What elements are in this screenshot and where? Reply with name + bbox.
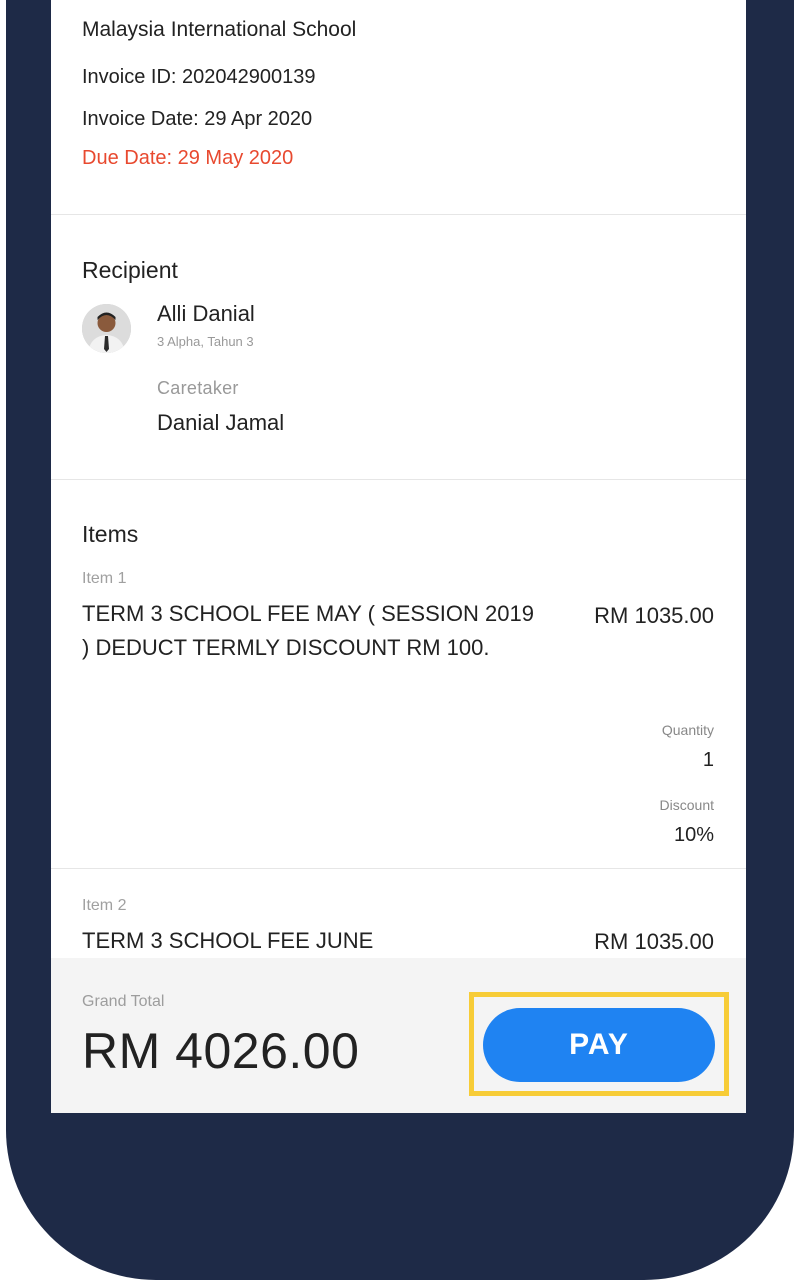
item-price: RM 1035.00 [594, 603, 714, 628]
caretaker-name: Danial Jamal [157, 410, 285, 435]
pay-button[interactable]: PAY [483, 1008, 715, 1082]
avatar [82, 304, 131, 353]
avatar-photo-icon [82, 304, 131, 353]
invoice-date: Invoice Date: 29 Apr 2020 [82, 108, 313, 130]
quantity-value: 1 [702, 749, 714, 771]
school-name: Malaysia International School [82, 18, 357, 41]
student-name: Alli Danial [157, 301, 255, 326]
divider [51, 214, 746, 215]
divider [51, 868, 746, 869]
invoice-screen: Malaysia International School Invoice ID… [51, 0, 746, 1113]
discount-label: Discount [659, 797, 714, 813]
item-description: TERM 3 SCHOOL FEE JUNE [82, 928, 374, 953]
divider [51, 479, 746, 480]
caretaker-label: Caretaker [157, 378, 239, 398]
invoice-id: Invoice ID: 202042900139 [82, 66, 316, 88]
quantity-label: Quantity [661, 722, 714, 738]
item-label: Item 1 [82, 570, 127, 587]
due-date: Due Date: 29 May 2020 [82, 147, 294, 169]
student-class: 3 Alpha, Tahun 3 [157, 334, 254, 349]
grand-total-label: Grand Total [82, 993, 165, 1010]
items-title: Items [82, 521, 139, 547]
item-description: TERM 3 SCHOOL FEE MAY ( SESSION 2019 ) D… [82, 601, 534, 660]
item-label: Item 2 [82, 897, 127, 914]
item-price: RM 1035.00 [594, 929, 714, 954]
grand-total-footer: Grand Total RM 4026.00 PAY [51, 958, 746, 1113]
grand-total-value: RM 4026.00 [82, 1023, 360, 1079]
recipient-title: Recipient [82, 257, 178, 283]
discount-value: 10% [673, 824, 714, 846]
